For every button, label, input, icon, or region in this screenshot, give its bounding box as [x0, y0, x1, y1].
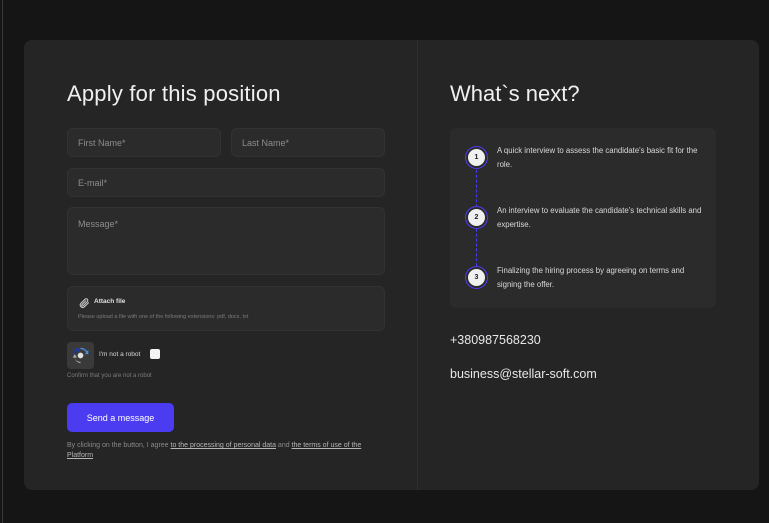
agreement-text: By clicking on the button, I agree to th… [67, 441, 387, 461]
personal-data-link[interactable]: to the processing of personal data [171, 442, 276, 449]
email-placeholder: E-mail* [78, 177, 108, 188]
step-text-1: A quick interview to assess the candidat… [497, 146, 698, 169]
contact-email[interactable]: business@stellar-soft.com [450, 367, 597, 381]
message-placeholder: Message* [78, 219, 119, 229]
step-text-2: An interview to evaluate the candidate's… [497, 206, 702, 229]
step-number-1: 1 [468, 149, 485, 166]
last-name-placeholder: Last Name* [242, 137, 290, 148]
page-edge-line [2, 0, 3, 523]
recaptcha-icon [72, 347, 89, 364]
contact-phone[interactable]: +380987568230 [450, 333, 541, 347]
step-text-3: Finalizing the hiring process by agreein… [497, 266, 685, 289]
captcha-checkbox[interactable] [150, 349, 160, 359]
attach-file-label: Attach file [94, 298, 126, 305]
agreement-middle: and [275, 442, 292, 449]
first-name-field[interactable]: First Name* [67, 128, 221, 157]
captcha-hint: Confirm that you are not a robot [67, 373, 152, 379]
send-message-button[interactable]: Send a message [67, 403, 174, 432]
attach-file-hint: Please upload a file with one of the fol… [78, 314, 249, 320]
form-title: Apply for this position [67, 81, 281, 106]
agreement-prefix: By clicking on the button, I agree [67, 442, 171, 449]
column-divider [417, 40, 418, 490]
whats-next-title: What`s next? [450, 81, 580, 106]
attach-file-area[interactable]: Attach file Please upload a file with on… [67, 286, 385, 331]
steps-panel: 1 A quick interview to assess the candid… [450, 128, 716, 308]
captcha-label: I'm not a robot [99, 351, 141, 358]
step-number-2: 2 [468, 209, 485, 226]
first-name-placeholder: First Name* [78, 137, 126, 148]
paperclip-icon [79, 298, 89, 308]
recaptcha-logo [67, 342, 94, 369]
email-field[interactable]: E-mail* [67, 168, 385, 197]
application-card: Apply for this position First Name* Last… [24, 40, 759, 490]
last-name-field[interactable]: Last Name* [231, 128, 385, 157]
message-field[interactable]: Message* [67, 207, 385, 275]
step-number-3: 3 [468, 269, 485, 286]
